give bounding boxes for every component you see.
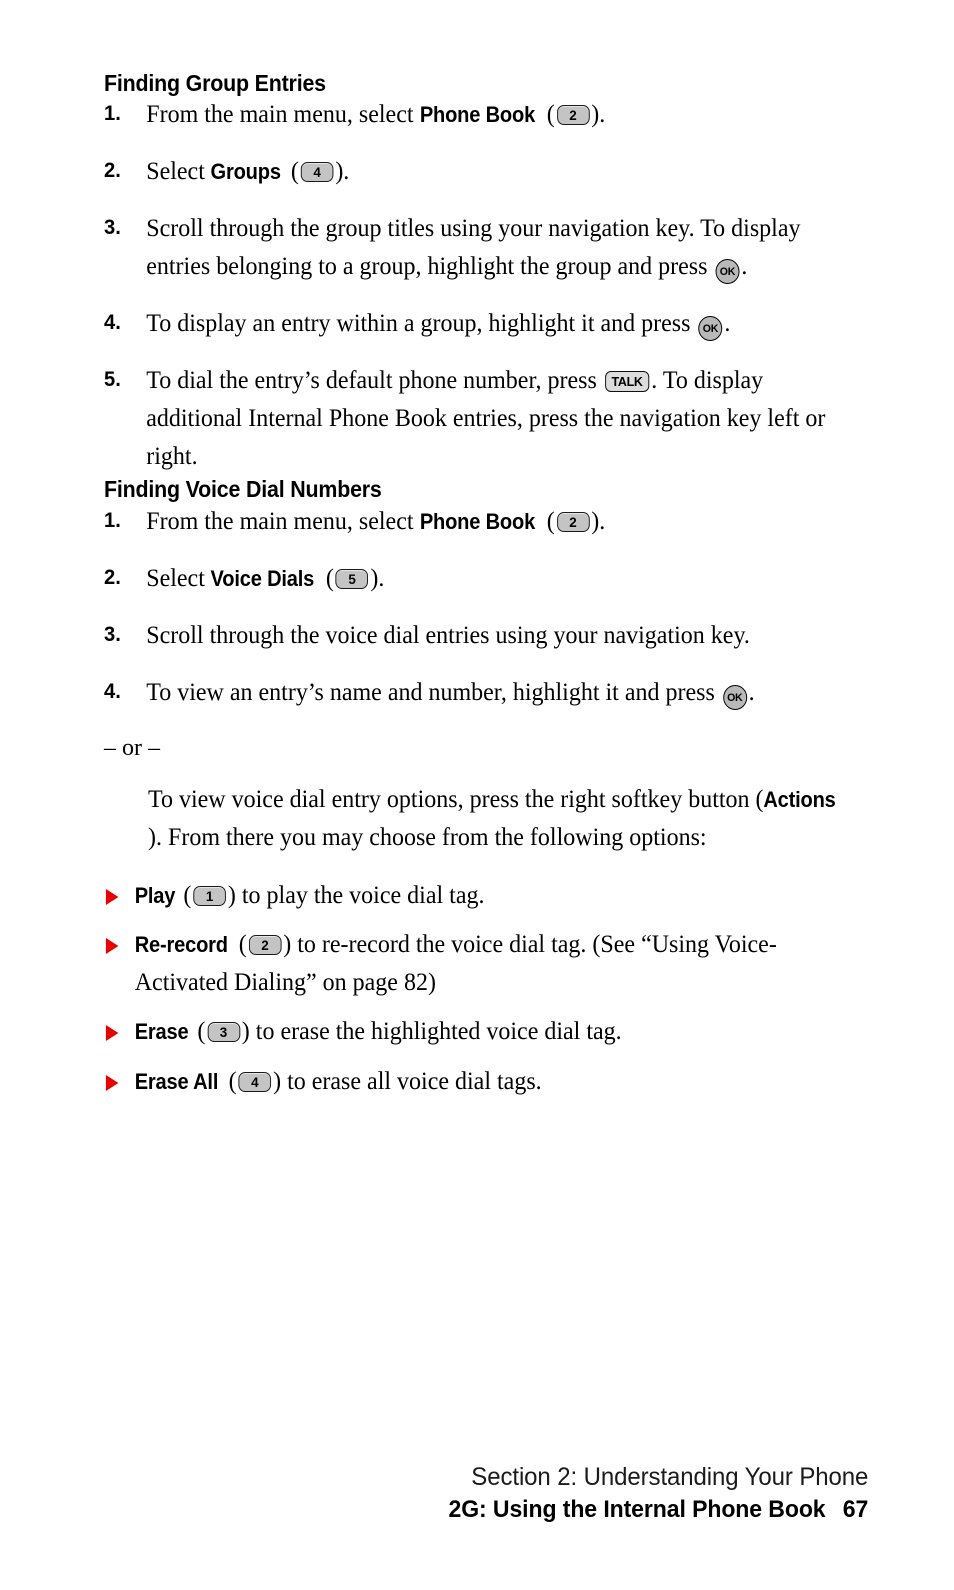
- step-text: To dial the entry’s default phone number…: [146, 367, 603, 395]
- paren-open: (: [540, 101, 555, 129]
- talk-key-icon: TALK: [604, 371, 650, 393]
- footer-chapter-line: 2G: Using the Internal Phone Book 67: [448, 1495, 868, 1524]
- step-text-end: .: [748, 678, 755, 706]
- options-intro-paragraph: To view voice dial entry options, press …: [148, 781, 849, 857]
- red-arrow-bullet-icon: [105, 1025, 119, 1042]
- option-text: ) to erase the highlighted voice dial ta…: [241, 1018, 622, 1046]
- menu-term: Phone Book: [419, 508, 535, 534]
- footer-section-title: Section 2: Understanding Your Phone: [471, 1463, 868, 1492]
- step-text: To view an entry’s name and number, high…: [146, 678, 721, 706]
- step-text: To display an entry within a group, high…: [146, 310, 697, 338]
- or-separator: – or –: [104, 734, 160, 761]
- red-arrow-bullet-icon: [105, 888, 119, 905]
- step-item: 2. Select Groups (4).: [104, 153, 834, 191]
- step-text: Scroll through the group titles using yo…: [146, 215, 801, 281]
- option-term-re-record: Re-record: [134, 932, 228, 958]
- option-text: ) to erase all voice dial tags.: [273, 1067, 542, 1095]
- key-3-icon: 3: [207, 1022, 240, 1043]
- step-text-pre: Select: [146, 158, 211, 186]
- step-number: 2.: [104, 159, 121, 183]
- step-number: 1.: [104, 102, 121, 126]
- option-term-erase-all: Erase All: [134, 1068, 219, 1094]
- paren-open: (: [540, 507, 555, 535]
- step-item: 3. Scroll through the voice dial entries…: [104, 617, 834, 655]
- step-number: 4.: [104, 311, 121, 335]
- key-4-icon: 4: [300, 162, 334, 183]
- step-number: 1.: [104, 508, 121, 532]
- option-text: ) to play the voice dial tag.: [227, 881, 485, 909]
- list-item: Erase (3) to erase the highlighted voice…: [104, 1013, 834, 1051]
- ok-key-icon: OK: [698, 316, 723, 342]
- step-text-pre: Select: [146, 564, 211, 592]
- section-heading-finding-group-entries: Finding Group Entries: [104, 70, 326, 96]
- options-intro-part-b: ). From there you may choose from the fo…: [148, 823, 707, 851]
- key-4-icon: 4: [238, 1071, 272, 1092]
- list-item: Re-record (2) to re-record the voice dia…: [104, 926, 834, 1001]
- page-number: 67: [842, 1495, 869, 1523]
- step-text: Scroll through the voice dial entries us…: [146, 621, 750, 649]
- red-arrow-bullet-icon: [105, 1074, 119, 1091]
- step-item: 1. From the main menu, select Phone Book…: [104, 96, 834, 134]
- paren-open: (: [191, 1018, 206, 1046]
- paren-open: (: [222, 1067, 237, 1095]
- step-number: 3.: [104, 622, 121, 646]
- paren-open: (: [284, 158, 299, 186]
- step-item: 1. From the main menu, select Phone Book…: [104, 503, 834, 541]
- list-item: Erase All (4) to erase all voice dial ta…: [104, 1063, 834, 1101]
- step-item: 4. To display an entry within a group, h…: [104, 305, 834, 343]
- paren-open: (: [319, 564, 334, 592]
- steps-list-voice-dial: 1. From the main menu, select Phone Book…: [104, 503, 864, 712]
- paren-open: (: [232, 931, 247, 959]
- red-arrow-bullet-icon: [105, 938, 119, 955]
- key-2-icon: 2: [248, 935, 282, 956]
- paren-open: (: [177, 881, 192, 909]
- step-item: 4. To view an entry’s name and number, h…: [104, 674, 834, 712]
- footer-chapter-title: 2G: Using the Internal Phone Book: [448, 1495, 826, 1523]
- manual-page: Finding Group Entries 1. From the main m…: [0, 0, 954, 1590]
- step-item: 3. Scroll through the group titles using…: [104, 210, 834, 286]
- ok-key-icon: OK: [722, 684, 747, 710]
- key-2-icon: 2: [556, 105, 590, 126]
- option-term-play: Play: [134, 882, 176, 908]
- page-content: Finding Group Entries 1. From the main m…: [104, 70, 864, 1112]
- actions-term: Actions: [763, 786, 836, 812]
- list-item: Play (1) to play the voice dial tag.: [104, 877, 834, 915]
- step-number: 4.: [104, 679, 121, 703]
- step-text-pre: From the main menu, select: [146, 507, 420, 535]
- paren-close: ).: [370, 564, 385, 592]
- option-text: ) to re-record the voice dial tag. (See …: [134, 931, 777, 996]
- menu-term: Phone Book: [419, 102, 535, 128]
- section-heading-finding-voice-dial-numbers: Finding Voice Dial Numbers: [104, 476, 382, 503]
- step-number: 3.: [104, 216, 121, 240]
- steps-list-group-entries: 1. From the main menu, select Phone Book…: [104, 96, 864, 476]
- step-item: 5. To dial the entry’s default phone num…: [104, 362, 834, 476]
- key-2-icon: 2: [556, 511, 590, 532]
- paren-close: ).: [591, 507, 606, 535]
- options-intro-part-a: To view voice dial entry options, press …: [148, 785, 764, 813]
- key-5-icon: 5: [335, 568, 369, 589]
- ok-key-icon: OK: [715, 259, 740, 285]
- step-text-end: .: [741, 253, 748, 281]
- step-text-pre: From the main menu, select: [146, 101, 420, 129]
- step-number: 2.: [104, 565, 121, 589]
- step-number: 5.: [104, 368, 121, 392]
- option-term-erase: Erase: [134, 1019, 189, 1045]
- paren-close: ).: [591, 101, 606, 129]
- paren-close: ).: [335, 158, 350, 186]
- step-item: 2. Select Voice Dials (5).: [104, 560, 834, 598]
- key-1-icon: 1: [193, 885, 226, 906]
- menu-term: Groups: [210, 159, 282, 185]
- voice-dial-options-list: Play (1) to play the voice dial tag. Re-…: [104, 877, 864, 1101]
- step-text-end: .: [724, 310, 731, 338]
- page-footer: Section 2: Understanding Your Phone 2G: …: [431, 1462, 868, 1524]
- menu-term: Voice Dials: [210, 565, 315, 591]
